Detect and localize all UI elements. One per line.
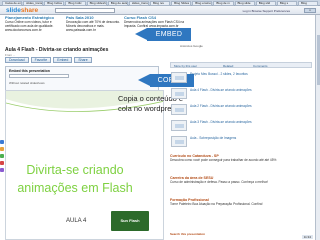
list-item[interactable]: Aula - Sobreposição de Imagens [170,135,312,149]
tab-more-by-user[interactable]: More by this user [174,64,197,68]
sponsored-link[interactable]: Currículo no Catanduva - SP Descubra com… [170,154,310,162]
list-item[interactable]: Aula 3 Flash - Divirta-se criando animaç… [170,119,312,133]
taskbar-item[interactable]: Blog slid [255,0,276,6]
related-sidebar: More by this user Related Comments Proje… [170,62,312,240]
thumbnail[interactable] [171,72,187,83]
sponsored-text: Descubra como você pode conseguir para t… [170,158,277,162]
taskbar-item[interactable]: Blog Indice [44,0,65,6]
tab-comments[interactable]: Comments [253,64,268,68]
taskbar-item[interactable]: Blog slide [234,0,255,6]
list-item-label[interactable]: Aula - Sobreposição de Imagens [190,136,295,140]
taskbar-item[interactable]: Blog s [276,0,297,6]
sponsored-text: Curso de administração e defesa. Passo a… [170,180,269,184]
site-header: slideshare Log in Browse Support Prefere… [0,6,320,15]
favorite-button[interactable]: Favorite [30,57,52,63]
action-buttons: Download Favorite Embed Share [5,57,92,63]
app-icon[interactable] [0,168,4,172]
list-item[interactable]: Projeto Meu Bussol - 2 slides, 2 favorit… [170,71,312,85]
sponsored-link[interactable]: Carreira da área de SESU Curso de admini… [170,176,310,184]
sun-flash-logo: Sun Flash [111,211,149,231]
embed-panel: Embed this presentation Without related … [5,66,159,92]
taskbar-item[interactable]: Blog [297,0,319,6]
thumbnail[interactable] [171,120,187,131]
app-icon[interactable] [0,147,4,151]
taskbar-item[interactable]: Blog de aula [107,0,128,6]
list-item-label[interactable]: Projeto Meu Bussol - 2 slides, 2 favorit… [190,72,295,76]
close-button[interactable]: x [304,8,316,13]
promo-body: Decoração com até 70% de desconto. Móvei… [66,20,121,32]
list-item[interactable]: Aula 2 Flash - Divirta-se criando animaç… [170,103,312,117]
thumbnail[interactable] [171,136,187,147]
sidebar-tabs: More by this user Related Comments [170,62,312,68]
embed-button[interactable]: Embed [53,57,73,63]
clock: 11:34 [301,235,313,239]
taskbar-item[interactable]: slides_transmi [128,0,149,6]
list-item-label[interactable]: Aula 4 Flash - Divirta-se criando animaç… [190,88,295,92]
slide-title: Divirta-se criando animações em Flash [17,163,133,195]
sponsored-text: Torne Paleteiro Boa Atuação na Preparaçã… [170,202,263,206]
taskbar-item[interactable]: Caixa de entrada [2,0,23,6]
presentation-title: Aula 4 Flash - Divirta-se criando animaç… [5,47,109,53]
list-item[interactable]: Aula 4 Flash - Divirta-se criando animaç… [170,87,312,101]
embed-option[interactable]: Without related slideshows [9,81,45,85]
list-item-label[interactable]: Aula 3 Flash - Divirta-se criando animaç… [190,120,295,124]
download-button[interactable]: Download [5,57,29,63]
taskbar-item[interactable]: slides_transmit [23,0,44,6]
embed-title: Embed this presentation [9,69,50,73]
desktop-icons [0,140,4,200]
ads-label[interactable]: Anúncios Google [180,44,203,48]
app-icon[interactable] [0,154,4,158]
taskbar-item[interactable]: Blog slideshare [86,0,107,6]
app-icon[interactable] [0,161,4,165]
promo-ad[interactable]: Pais Sala 2010 Decoração com até 70% de … [66,16,121,46]
share-button[interactable]: Share [74,57,92,63]
taskbar-item[interactable]: Blog rev [149,0,171,6]
app-icon[interactable] [0,140,4,144]
thumbnail[interactable] [171,104,187,115]
taskbar-item[interactable]: Blog ensino [192,0,213,6]
search-input[interactable] [55,8,115,13]
list-item-label[interactable]: Aula 2 Flash - Divirta-se criando animaç… [190,104,295,108]
taskbar-item[interactable]: Blog Indic [65,0,86,6]
search-presentation-label[interactable]: Search this presentation [170,232,230,236]
promo-body: Curso Online com vídeos, tutor e certifi… [5,20,54,32]
slide-subtitle: AULA 4 [66,218,87,224]
taskbar-item[interactable]: Blog Slides [171,0,192,6]
thumbnail[interactable] [171,88,187,99]
taskbar-item[interactable]: Blog de m [213,0,234,6]
sponsored-link[interactable]: Formação Profissional Torne Paleteiro Bo… [170,198,310,206]
header-links[interactable]: Log in Browse Support Preferences [243,9,290,13]
promo-ad[interactable]: Planejamento Estratégico Curso Online co… [5,16,61,46]
page-scrollbar[interactable] [315,15,320,240]
callout-embed: EMBED [135,28,191,41]
embed-code-field[interactable] [9,74,69,78]
slideshare-logo[interactable]: slideshare [6,7,38,14]
promo-body: Desenvolva animações com Flash CS4 na Im… [124,20,185,28]
tab-related[interactable]: Related [223,64,233,68]
